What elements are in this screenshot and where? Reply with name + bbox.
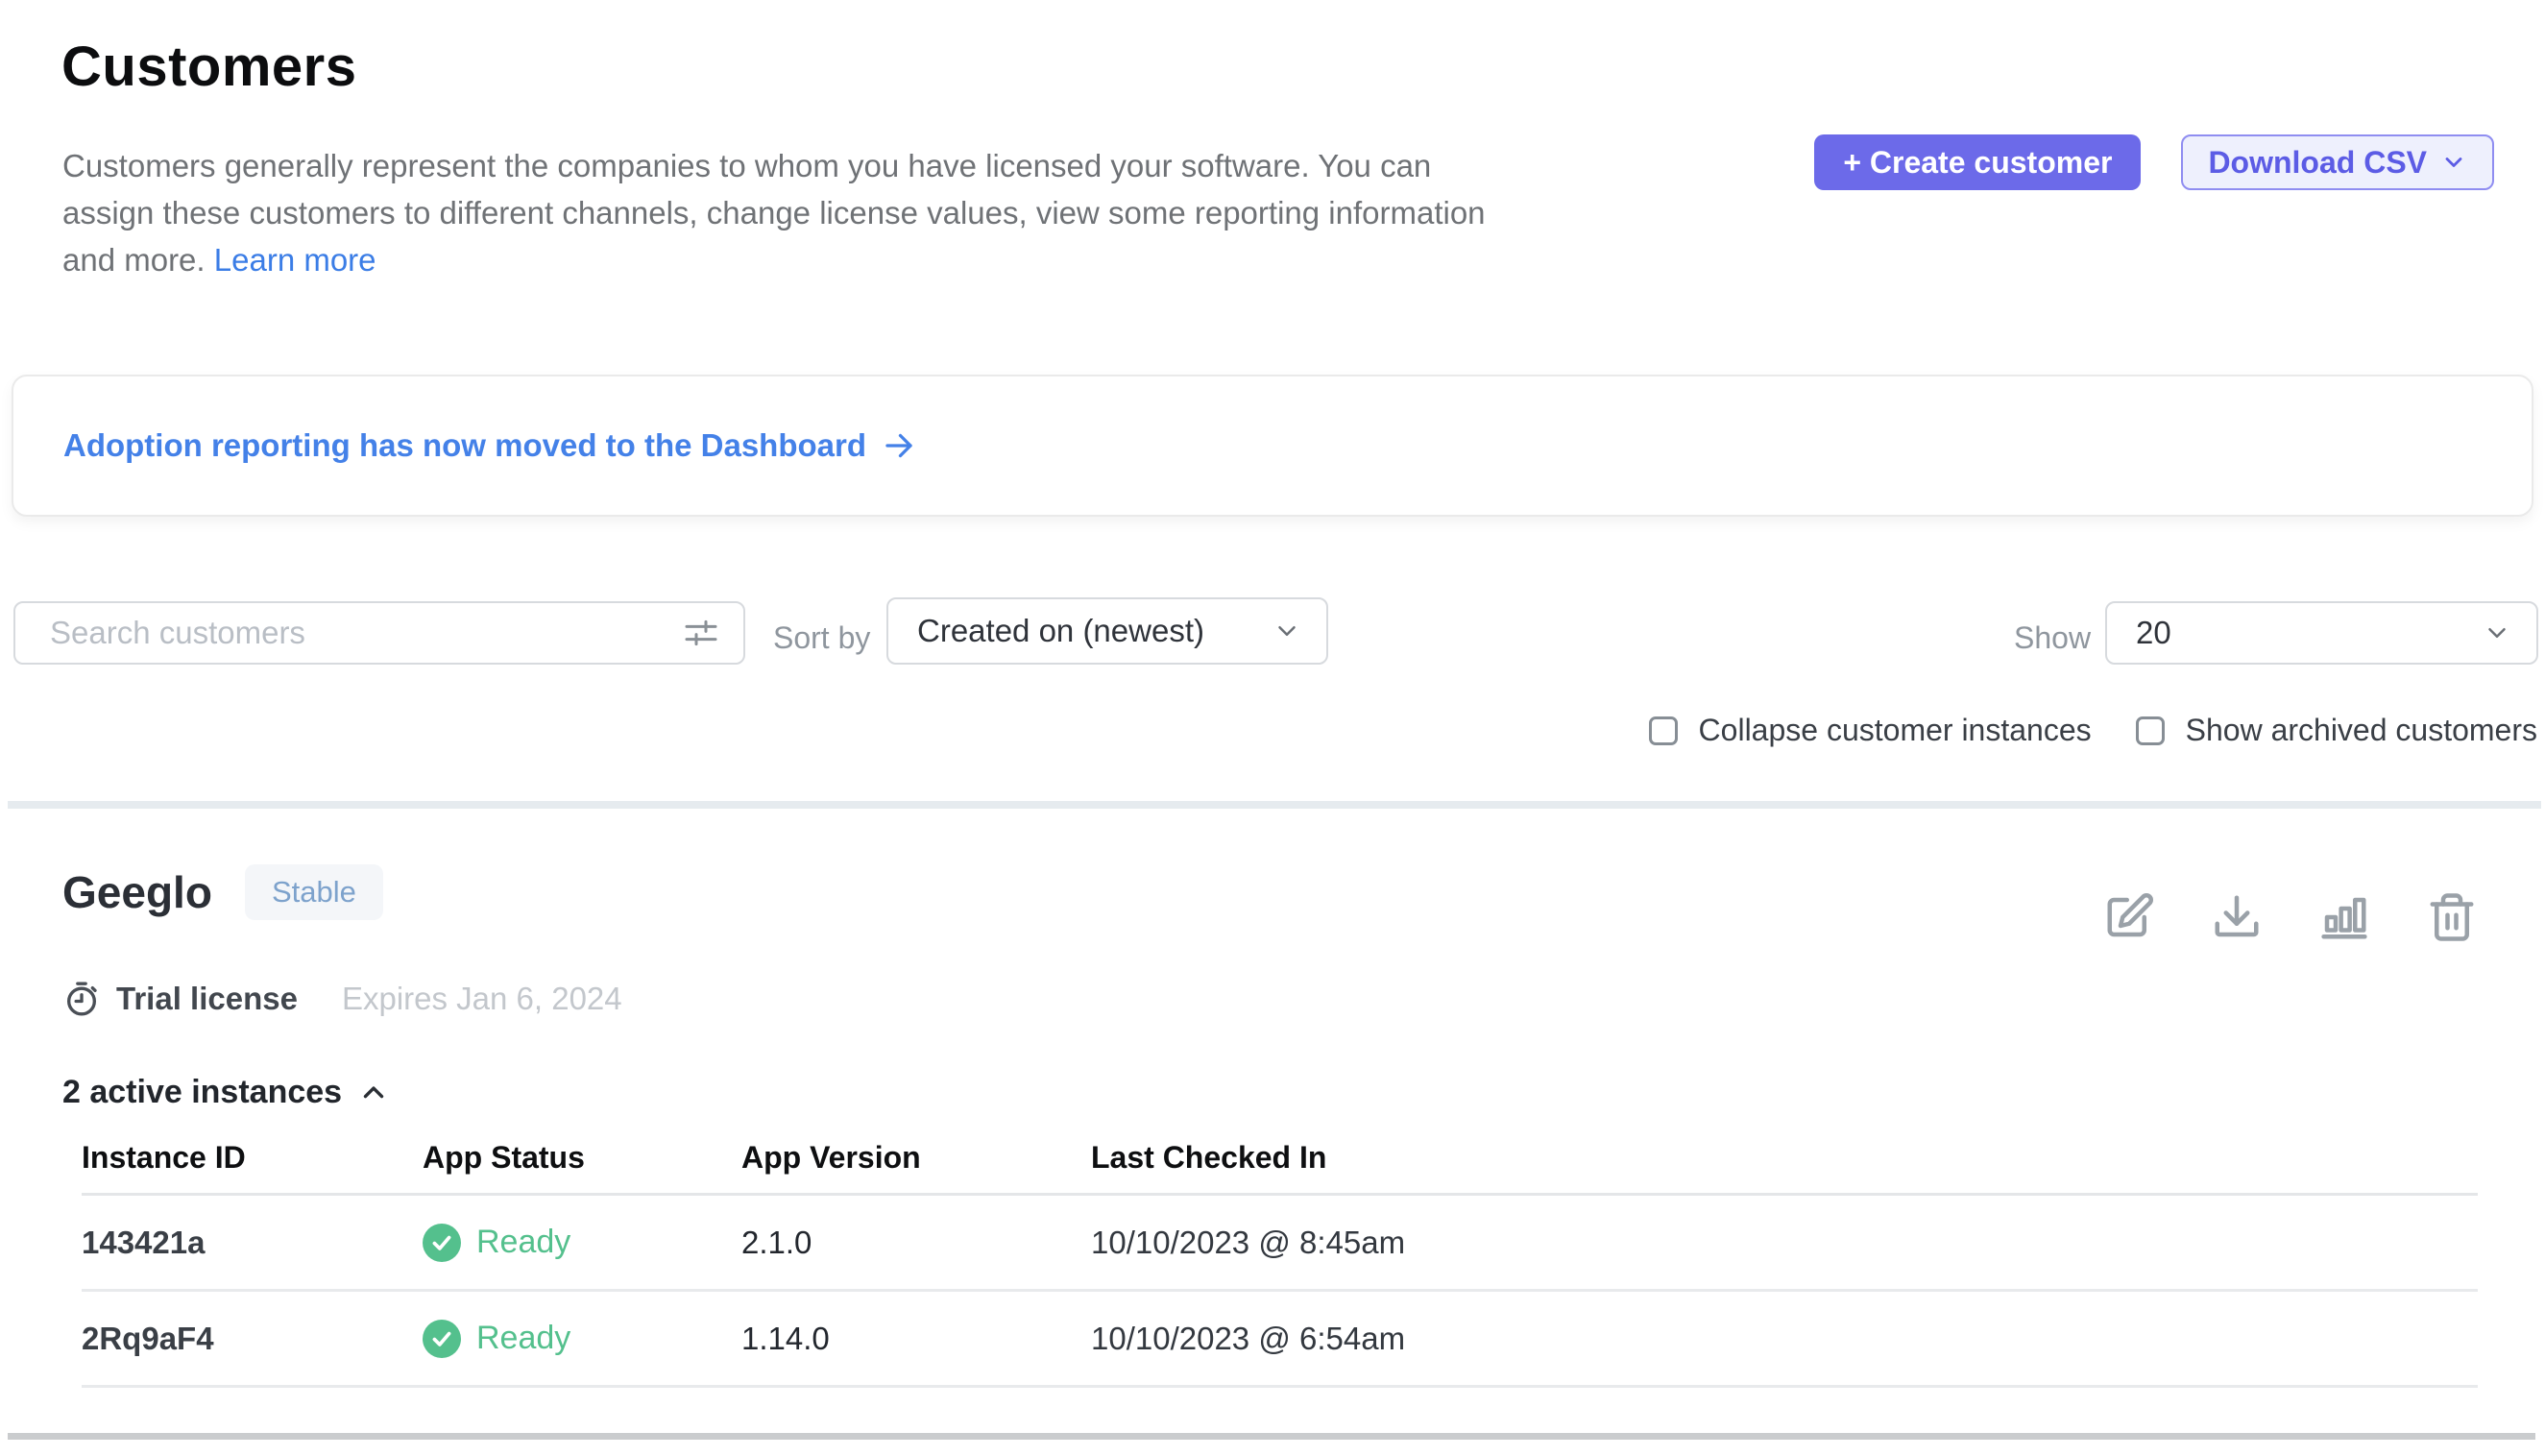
- filter-icon[interactable]: [682, 614, 720, 652]
- learn-more-link[interactable]: Learn more: [214, 242, 376, 278]
- adoption-banner-link[interactable]: Adoption reporting has now moved to the …: [63, 427, 916, 464]
- list-options: Collapse customer instances Show archive…: [1649, 713, 2537, 748]
- app-version: 2.1.0: [741, 1225, 1091, 1261]
- column-header: Instance ID: [82, 1140, 423, 1176]
- edit-icon: [2103, 932, 2155, 946]
- chevron-up-icon: [357, 1077, 390, 1109]
- description-line: and more. Learn more: [62, 236, 1772, 283]
- page-description: Customers generally represent the compan…: [62, 142, 1772, 283]
- check-circle-icon: [423, 1320, 461, 1358]
- instance-id: 2Rq9aF4: [82, 1321, 423, 1357]
- table-row[interactable]: 2Rq9aF4 Ready 1.14.0 10/10/2023 @ 6:54am: [82, 1292, 2478, 1388]
- customer-reporting-button[interactable]: [2318, 891, 2370, 943]
- checkbox-box[interactable]: [1649, 716, 1678, 745]
- create-customer-button[interactable]: + Create customer: [1814, 134, 2141, 190]
- checkbox-box[interactable]: [2136, 716, 2165, 745]
- column-header: App Status: [423, 1140, 741, 1176]
- customer-card: Geeglo Stable: [0, 853, 2545, 1388]
- customers-page: Customers Customers generally represent …: [0, 0, 2545, 1456]
- chevron-down-icon: [2440, 149, 2467, 176]
- chevron-down-icon: [2483, 619, 2511, 647]
- instance-id: 143421a: [82, 1225, 423, 1261]
- edit-customer-button[interactable]: [2103, 891, 2155, 943]
- delete-customer-button[interactable]: [2426, 891, 2478, 943]
- download-csv-button[interactable]: Download CSV: [2181, 134, 2494, 190]
- column-header: Last Checked In: [1091, 1140, 2478, 1176]
- sort-select[interactable]: Created on (newest): [886, 597, 1328, 665]
- license-type: Trial license: [116, 981, 298, 1017]
- description-line: Customers generally represent the compan…: [62, 142, 1772, 189]
- search-customers-box: [13, 601, 745, 665]
- download-license-button[interactable]: [2211, 891, 2263, 943]
- show-select-value: 20: [2136, 615, 2171, 651]
- show-archived-checkbox[interactable]: Show archived customers: [2136, 713, 2537, 748]
- app-status: Ready: [423, 1320, 741, 1358]
- table-header-row: Instance ID App Status App Version Last …: [82, 1140, 2478, 1196]
- search-input[interactable]: [50, 615, 682, 651]
- page-bottom-divider: [8, 1433, 2535, 1440]
- customer-name[interactable]: Geeglo: [62, 866, 212, 918]
- column-header: App Version: [741, 1140, 1091, 1176]
- description-line: assign these customers to different chan…: [62, 189, 1772, 236]
- header-actions: + Create customer Download CSV: [1814, 134, 2494, 190]
- trash-icon: [2426, 932, 2478, 946]
- app-version: 1.14.0: [741, 1321, 1091, 1357]
- page-title: Customers: [61, 35, 356, 99]
- instances-toggle[interactable]: 2 active instances: [62, 1074, 390, 1111]
- download-icon: [2211, 932, 2263, 946]
- adoption-banner[interactable]: Adoption reporting has now moved to the …: [12, 375, 2533, 517]
- app-status: Ready: [423, 1224, 741, 1262]
- license-expiry: Expires Jan 6, 2024: [342, 981, 622, 1017]
- collapse-instances-checkbox[interactable]: Collapse customer instances: [1649, 713, 2092, 748]
- instances-table: Instance ID App Status App Version Last …: [82, 1140, 2478, 1388]
- last-checked-in: 10/10/2023 @ 6:54am: [1091, 1321, 2478, 1357]
- show-label: Show: [2014, 620, 2091, 656]
- sort-select-value: Created on (newest): [917, 613, 1204, 649]
- last-checked-in: 10/10/2023 @ 8:45am: [1091, 1225, 2478, 1261]
- timer-icon: [62, 980, 101, 1018]
- chevron-down-icon: [1272, 617, 1301, 645]
- table-row[interactable]: 143421a Ready 2.1.0 10/10/2023 @ 8:45am: [82, 1196, 2478, 1292]
- show-select[interactable]: 20: [2105, 601, 2538, 665]
- customer-actions: [2103, 853, 2478, 943]
- check-circle-icon: [423, 1224, 461, 1262]
- channel-badge: Stable: [245, 864, 383, 920]
- arrow-right-icon: [882, 428, 916, 463]
- section-divider: [8, 801, 2541, 809]
- bar-chart-icon: [2318, 932, 2370, 946]
- sort-by-label: Sort by: [773, 620, 870, 656]
